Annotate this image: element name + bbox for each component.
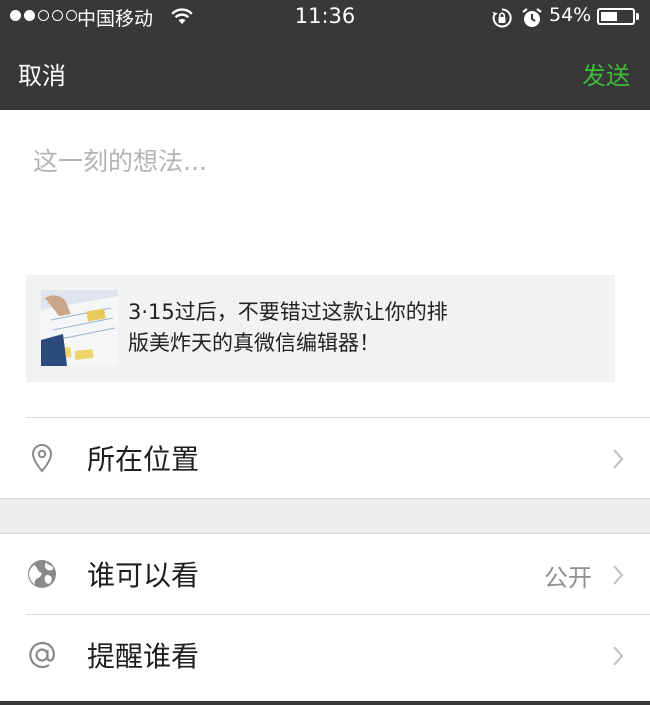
post-text-input[interactable]: 这一刻的想法... [33, 142, 207, 178]
location-pin-icon [26, 442, 58, 474]
chevron-right-icon [612, 645, 624, 671]
article-thumbnail-icon [41, 290, 118, 366]
globe-icon [26, 558, 58, 590]
at-icon [26, 639, 58, 671]
status-bar: 中国移动 11:36 54% [0, 0, 650, 36]
battery-icon [597, 8, 639, 25]
section-gap [0, 498, 650, 534]
top-header: 中国移动 11:36 54% 取消 发送 [0, 0, 650, 110]
article-title-line-2: 版美炸天的真微信编辑器！ [128, 331, 380, 355]
mention-label: 提醒谁看 [87, 640, 200, 673]
article-title-line-1: 3·15过后，不要错过这款让你的排 [128, 300, 448, 324]
visibility-value: 公开 [544, 564, 592, 592]
send-button[interactable]: 发送 [582, 56, 630, 91]
shared-article-card[interactable]: 3·15过后，不要错过这款让你的排 版美炸天的真微信编辑器！ [26, 275, 615, 382]
location-row[interactable]: 所在位置 [0, 418, 650, 498]
battery-percentage: 54% [549, 4, 592, 26]
visibility-row[interactable]: 谁可以看 公开 [0, 534, 650, 614]
mention-row[interactable]: 提醒谁看 [0, 615, 650, 695]
rotation-lock-icon [491, 7, 513, 33]
location-label: 所在位置 [87, 443, 200, 476]
article-title: 3·15过后，不要错过这款让你的排 版美炸天的真微信编辑器！ [128, 297, 548, 359]
cancel-button[interactable]: 取消 [18, 56, 66, 91]
chevron-right-icon [612, 564, 624, 590]
bottom-edge [0, 701, 650, 705]
chevron-right-icon [612, 448, 624, 474]
alarm-clock-icon [521, 7, 543, 33]
visibility-label: 谁可以看 [87, 559, 200, 592]
